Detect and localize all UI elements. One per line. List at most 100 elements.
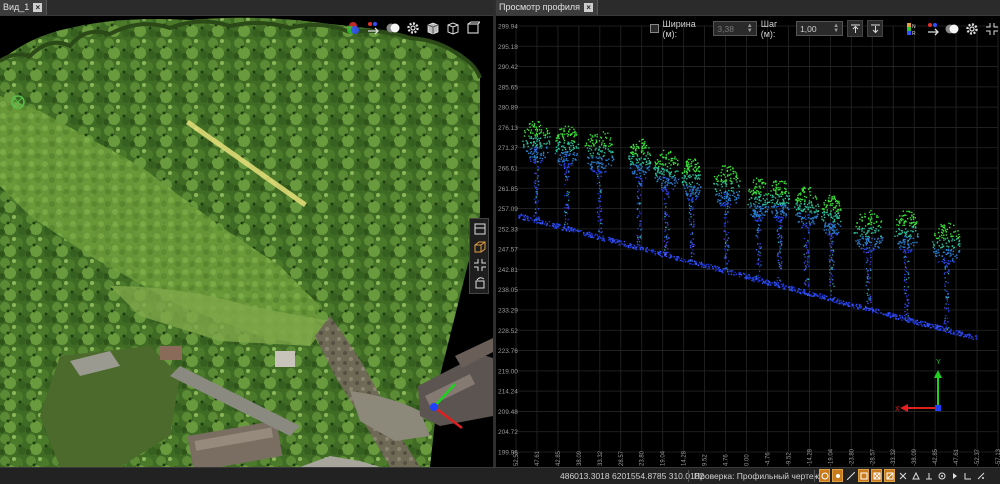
- canopy-point: [812, 197, 814, 199]
- spin-arrows-icon[interactable]: ▲ ▼: [833, 23, 839, 34]
- svg-text:R: R: [912, 31, 916, 36]
- trunk-point: [868, 307, 870, 310]
- canopy-point: [774, 197, 777, 199]
- snap-square-icon[interactable]: [858, 469, 869, 482]
- view-top-icon[interactable]: [471, 221, 488, 237]
- trunk-point: [944, 272, 946, 274]
- view-3d-cube-icon[interactable]: [471, 239, 488, 255]
- box-outline-icon[interactable]: [464, 19, 481, 36]
- snap-diagonal-box-icon[interactable]: [884, 469, 895, 482]
- swap-arrows-icon[interactable]: [925, 20, 941, 37]
- canopy-point: [632, 143, 635, 146]
- trunk-point: [759, 255, 761, 257]
- ground-point: [934, 324, 936, 326]
- trunk-point: [636, 243, 639, 245]
- canopy-point: [868, 247, 871, 249]
- snap-cross-box-icon[interactable]: [871, 469, 882, 482]
- tab-profile-view[interactable]: Просмотр профиля ×: [496, 0, 599, 15]
- canopy-point: [863, 231, 865, 233]
- move-down-icon[interactable]: [867, 20, 883, 37]
- snap-arrow-icon[interactable]: [949, 469, 960, 482]
- snap-perpendicular-icon[interactable]: [923, 469, 934, 482]
- canopy-point: [603, 154, 605, 157]
- snap-end-icon[interactable]: [832, 469, 843, 482]
- tab-view-1[interactable]: Вид_1 ×: [0, 0, 48, 15]
- snap-triangle-icon[interactable]: [910, 469, 921, 482]
- cube-solid-icon[interactable]: [424, 19, 441, 36]
- ground-point: [539, 219, 541, 222]
- canopy-point: [822, 220, 825, 222]
- canopy-point: [950, 233, 952, 235]
- ground-point: [958, 331, 960, 333]
- ground-point: [866, 307, 868, 309]
- snap-grid-icon[interactable]: [962, 469, 973, 482]
- color-by-height-icon[interactable]: NR: [905, 20, 921, 37]
- cube-wire-icon[interactable]: [444, 19, 461, 36]
- profile-point-cloud-chart[interactable]: 299.94295.18290.42285.65280.89276.13271.…: [496, 16, 1000, 467]
- snap-x-icon[interactable]: [897, 469, 908, 482]
- canopy-point: [903, 224, 906, 226]
- canopy-point: [523, 144, 525, 146]
- width-field[interactable]: 3,38 ▲ ▼: [713, 21, 757, 36]
- canopy-point: [687, 176, 690, 178]
- trunk-point: [567, 179, 569, 181]
- shading-spheres-icon[interactable]: [945, 20, 961, 37]
- canopy-point: [595, 140, 598, 143]
- width-checkbox[interactable]: [650, 24, 659, 33]
- canopy-point: [908, 235, 910, 238]
- ground-point: [758, 280, 761, 282]
- canopy-point: [836, 229, 838, 231]
- canopy-point: [561, 152, 563, 154]
- trunk-point: [779, 250, 781, 252]
- settings-gear-icon[interactable]: [964, 20, 980, 37]
- canopy-point: [603, 152, 606, 154]
- trunk-point: [665, 244, 667, 246]
- shading-spheres-icon[interactable]: [384, 19, 401, 36]
- move-up-icon[interactable]: [847, 20, 864, 37]
- snap-center-icon[interactable]: [936, 469, 947, 482]
- trunk-point: [830, 257, 833, 259]
- trunk-point: [832, 283, 834, 285]
- corner-brackets-icon[interactable]: [471, 257, 488, 273]
- point-cloud-3d-view[interactable]: [0, 16, 493, 467]
- trunk-point: [944, 259, 946, 261]
- swap-arrows-icon[interactable]: [364, 19, 381, 36]
- trunk-point: [597, 220, 599, 222]
- canopy-point: [533, 141, 535, 144]
- close-icon[interactable]: ×: [584, 2, 594, 12]
- settings-gear-icon[interactable]: [404, 19, 421, 36]
- ground-point: [867, 309, 870, 312]
- canopy-point: [761, 217, 764, 219]
- ground-point: [577, 230, 580, 233]
- ground-point: [784, 288, 787, 291]
- canopy-point: [587, 162, 589, 165]
- snap-more-icon[interactable]: [975, 469, 986, 482]
- trunk-point: [723, 238, 725, 240]
- color-wheel-icon[interactable]: [344, 19, 361, 36]
- trunk-point: [690, 213, 693, 215]
- snap-point-icon[interactable]: [819, 469, 830, 482]
- trunk-point: [689, 207, 691, 210]
- step-field[interactable]: 1,00 ▲ ▼: [796, 21, 844, 36]
- canopy-point: [557, 144, 559, 147]
- canopy-point: [692, 189, 694, 191]
- canopy-point: [628, 157, 630, 159]
- canopy-point: [670, 160, 672, 162]
- close-icon[interactable]: ×: [33, 2, 43, 12]
- ground-point: [758, 277, 760, 279]
- spin-arrows-icon[interactable]: ▲ ▼: [747, 23, 753, 34]
- rotate-icon[interactable]: [471, 275, 488, 291]
- corner-brackets-icon[interactable]: [984, 20, 1000, 37]
- trunk-point: [691, 251, 693, 254]
- trunk-point: [568, 191, 570, 193]
- trunk-point: [690, 223, 692, 226]
- canopy-point: [532, 138, 535, 140]
- trunk-point: [598, 229, 600, 231]
- canopy-point: [596, 161, 598, 163]
- canopy-point: [905, 234, 907, 236]
- canopy-point: [534, 159, 536, 161]
- canopy-point: [737, 184, 740, 187]
- canopy-point: [555, 140, 557, 142]
- ground-point: [622, 243, 624, 246]
- snap-line-icon[interactable]: [845, 469, 856, 482]
